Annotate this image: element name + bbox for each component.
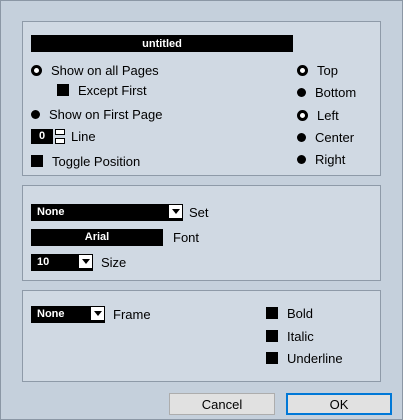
italic-label: Italic [287, 328, 314, 344]
set-dropdown[interactable]: None [31, 203, 183, 221]
position-top-label: Top [317, 62, 338, 78]
position-center-option[interactable]: Center [297, 128, 354, 146]
frame-dropdown-value: None [37, 308, 65, 320]
stepper-up-icon[interactable] [55, 128, 65, 135]
underline-option[interactable]: Underline [266, 349, 343, 367]
show-first-page-option[interactable]: Show on First Page [31, 105, 162, 123]
style-group: None Frame Bold Italic Underline [22, 290, 381, 382]
chevron-down-icon[interactable] [79, 254, 92, 268]
font-field[interactable]: Arial [31, 228, 163, 246]
except-first-label: Except First [78, 82, 147, 98]
position-right-radio[interactable] [297, 154, 306, 164]
position-right-option[interactable]: Right [297, 150, 345, 168]
show-all-pages-option[interactable]: Show on all Pages [31, 61, 159, 79]
set-dropdown-value: None [37, 206, 65, 218]
position-bottom-label: Bottom [315, 84, 357, 100]
toggle-position-option[interactable]: Toggle Position [31, 152, 140, 170]
frame-control: None Frame [31, 305, 151, 323]
position-left-option[interactable]: Left [297, 106, 339, 124]
show-all-pages-label: Show on all Pages [51, 62, 159, 78]
bold-option[interactable]: Bold [266, 304, 313, 322]
bold-checkbox[interactable] [266, 307, 278, 319]
bold-label: Bold [287, 305, 314, 321]
position-right-label: Right [315, 151, 346, 167]
font-group: None Set Arial Font 10 Size [22, 185, 381, 281]
page-position-group: untitled Show on all Pages Except First … [22, 21, 381, 176]
line-stepper[interactable] [55, 128, 65, 144]
size-label: Size [101, 254, 127, 270]
underline-checkbox[interactable] [266, 352, 278, 364]
position-top-radio[interactable] [297, 64, 308, 76]
except-first-checkbox[interactable] [57, 84, 69, 96]
position-bottom-radio[interactable] [297, 87, 306, 97]
chevron-down-icon[interactable] [91, 306, 104, 320]
position-left-radio[interactable] [297, 109, 308, 121]
size-control: 10 Size [31, 253, 126, 271]
show-first-page-radio[interactable] [31, 109, 40, 119]
frame-dropdown[interactable]: None [31, 305, 105, 323]
set-label: Set [189, 204, 209, 220]
show-all-pages-radio[interactable] [31, 64, 42, 76]
name-field[interactable]: untitled [31, 35, 293, 52]
italic-checkbox[interactable] [266, 330, 278, 342]
stepper-down-icon[interactable] [55, 137, 65, 144]
position-left-label: Left [317, 107, 339, 123]
except-first-option[interactable]: Except First [57, 81, 147, 99]
italic-option[interactable]: Italic [266, 327, 314, 345]
underline-label: Underline [287, 350, 343, 366]
set-control: None Set [31, 203, 209, 221]
position-top-option[interactable]: Top [297, 61, 338, 79]
size-dropdown-value: 10 [37, 256, 50, 268]
line-number-field[interactable]: 0 [31, 128, 53, 144]
position-center-label: Center [315, 129, 355, 145]
frame-label: Frame [113, 306, 151, 322]
line-label: Line [71, 128, 96, 144]
ok-button[interactable]: OK [286, 393, 392, 415]
position-bottom-option[interactable]: Bottom [297, 83, 356, 101]
chevron-down-icon[interactable] [169, 204, 182, 218]
text-settings-dialog: untitled Show on all Pages Except First … [0, 0, 403, 420]
line-control: 0 Line [31, 127, 96, 145]
font-control: Arial Font [31, 228, 199, 246]
size-dropdown[interactable]: 10 [31, 253, 93, 271]
toggle-position-label: Toggle Position [52, 153, 141, 169]
cancel-button[interactable]: Cancel [169, 393, 275, 415]
font-label: Font [173, 229, 200, 245]
show-first-page-label: Show on First Page [49, 106, 163, 122]
toggle-position-checkbox[interactable] [31, 155, 43, 167]
position-center-radio[interactable] [297, 132, 306, 142]
